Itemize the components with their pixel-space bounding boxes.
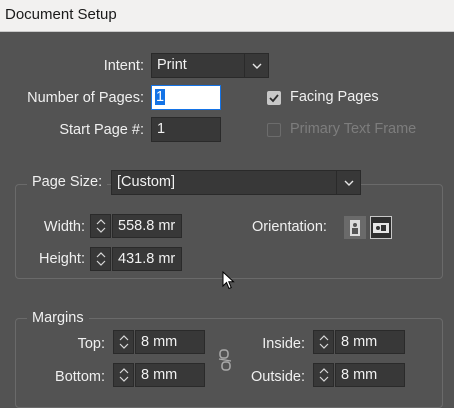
facing-pages-label[interactable]: Facing Pages (290, 89, 379, 105)
stepper-arrows-icon (119, 368, 129, 382)
primary-text-frame-label: Primary Text Frame (290, 121, 417, 137)
start-page-label: Start Page #: (59, 122, 144, 138)
width-stepper[interactable] (90, 214, 111, 238)
margin-bottom-label: Bottom: (55, 369, 105, 385)
start-page-input[interactable]: 1 (151, 117, 221, 142)
num-pages-value: 1 (155, 89, 166, 105)
intent-label: Intent: (103, 58, 144, 74)
dialog-title: Document Setup (5, 6, 117, 23)
broken-chain-link-icon (218, 349, 232, 371)
margin-bottom-value: 8 mm (141, 367, 178, 383)
num-pages-input[interactable]: 1 (151, 85, 221, 110)
intent-value: Print (157, 57, 187, 73)
height-value: 431.8 mr (118, 251, 176, 267)
height-label: Height: (39, 251, 85, 267)
portrait-orientation-button[interactable] (344, 216, 366, 239)
landscape-page-icon (373, 222, 389, 233)
margin-top-label: Top: (77, 336, 105, 352)
facing-pages-checkbox[interactable] (267, 91, 281, 105)
margins-link-button[interactable] (216, 349, 234, 371)
margin-outside-label: Outside: (251, 369, 305, 385)
margin-outside-input[interactable]: 8 mm (335, 363, 405, 387)
portrait-page-icon (350, 219, 360, 236)
height-input[interactable]: 431.8 mr (112, 247, 182, 271)
landscape-orientation-button[interactable] (370, 216, 392, 239)
page-size-label: Page Size: (27, 174, 108, 190)
chevron-down-icon (336, 171, 360, 194)
stepper-arrows-icon (319, 335, 329, 349)
checkmark-icon (269, 94, 279, 103)
margin-top-value: 8 mm (141, 334, 178, 350)
width-value: 558.8 mr (118, 218, 176, 234)
margin-top-stepper[interactable] (113, 330, 134, 354)
stepper-arrows-icon (119, 335, 129, 349)
stepper-arrows-icon (96, 219, 106, 233)
start-page-value: 1 (157, 121, 166, 137)
margin-bottom-input[interactable]: 8 mm (135, 363, 205, 387)
margin-outside-stepper[interactable] (313, 363, 334, 387)
intent-dropdown[interactable]: Print (151, 53, 269, 78)
margin-inside-stepper[interactable] (313, 330, 334, 354)
orientation-label: Orientation: (252, 219, 327, 235)
stepper-arrows-icon (96, 252, 106, 266)
margin-top-input[interactable]: 8 mm (135, 330, 205, 354)
margins-legend: Margins (27, 310, 89, 326)
margin-inside-label: Inside: (262, 336, 305, 352)
margin-inside-input[interactable]: 8 mm (335, 330, 405, 354)
margin-bottom-stepper[interactable] (113, 363, 134, 387)
page-size-value: [Custom] (117, 174, 176, 190)
margin-outside-value: 8 mm (341, 367, 378, 383)
page-size-dropdown[interactable]: [Custom] (111, 170, 361, 195)
stepper-arrows-icon (319, 368, 329, 382)
num-pages-label: Number of Pages: (27, 90, 144, 106)
mouse-pointer-icon (222, 271, 235, 290)
margin-inside-value: 8 mm (341, 334, 378, 350)
width-input[interactable]: 558.8 mr (112, 214, 182, 238)
primary-text-frame-checkbox[interactable] (267, 123, 281, 137)
dialog-title-bar: Document Setup (0, 0, 454, 32)
height-stepper[interactable] (90, 247, 111, 271)
chevron-down-icon (244, 54, 268, 77)
width-label: Width: (43, 219, 85, 235)
